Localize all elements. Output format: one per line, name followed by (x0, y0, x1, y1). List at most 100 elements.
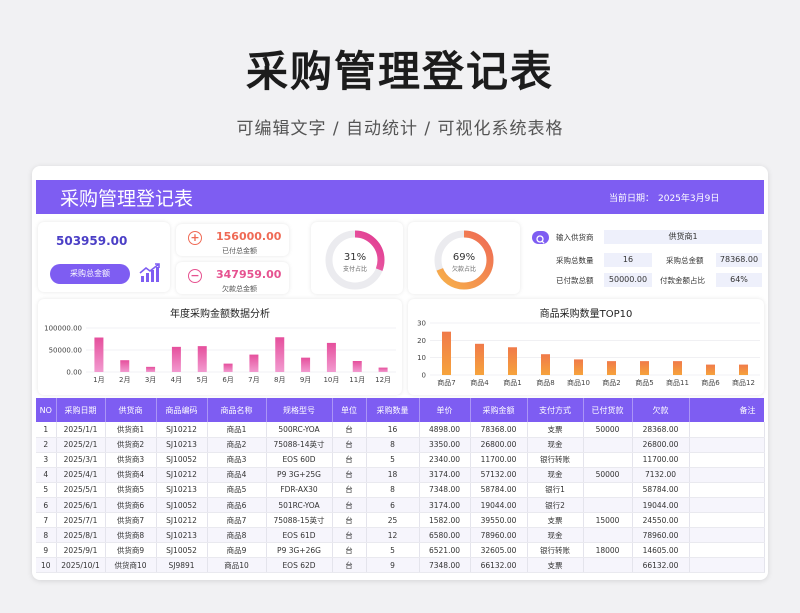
table-cell[interactable]: 2025/4/1 (56, 467, 106, 483)
table-cell[interactable] (583, 437, 633, 453)
table-cell[interactable]: P9 3G+26G (266, 542, 333, 559)
table-cell[interactable]: 商品10 (207, 557, 267, 574)
table-row[interactable]: 4 2025/4/1 供货商4 SJ10212 商品4 P9 3G+25G 台 18 3174.… (36, 467, 765, 483)
table-cell[interactable]: 2340.00 (419, 452, 471, 468)
table-cell[interactable]: 商品7 (207, 512, 267, 529)
column-header[interactable]: 欠款 (632, 398, 690, 422)
table-cell[interactable] (689, 437, 765, 453)
table-cell[interactable]: 供货商9 (105, 542, 157, 559)
table-cell[interactable]: 11700.00 (632, 452, 690, 468)
table-cell[interactable] (689, 422, 765, 438)
table-cell[interactable]: 3174.00 (419, 497, 471, 514)
bar[interactable] (326, 342, 336, 372)
table-row[interactable]: 1 2025/1/1 供货商1 SJ10212 商品1 500RC-YOA 台 16 4898.… (36, 422, 765, 438)
table-cell[interactable] (583, 527, 633, 544)
table-cell[interactable]: 5 (366, 542, 420, 559)
table-cell[interactable]: 58784.00 (632, 482, 690, 498)
table-row[interactable]: 7 2025/7/1 供货商7 SJ10212 商品7 75088-15英寸台 25 1582… (36, 512, 765, 529)
bar[interactable] (607, 361, 616, 375)
table-cell[interactable]: 7 (36, 512, 57, 529)
table-cell[interactable]: 2025/3/1 (56, 452, 106, 468)
column-header[interactable]: 采购数量 (366, 398, 420, 422)
table-cell[interactable]: 商品4 (207, 467, 267, 483)
table-cell[interactable]: 9 (36, 542, 57, 559)
table-cell[interactable]: 2025/7/1 (56, 512, 106, 529)
table-cell[interactable]: 66132.00 (632, 557, 690, 574)
bar[interactable] (541, 354, 550, 375)
bar[interactable] (249, 354, 259, 372)
table-cell[interactable]: 24550.00 (632, 512, 690, 529)
table-cell[interactable] (583, 497, 633, 514)
table-cell[interactable]: 银行1 (527, 482, 584, 498)
column-header[interactable]: 已付货款 (583, 398, 633, 422)
bar[interactable] (475, 343, 484, 375)
table-cell[interactable]: 2025/8/1 (56, 527, 106, 544)
table-cell[interactable] (689, 527, 765, 544)
table-cell[interactable]: 供货商5 (105, 482, 157, 498)
table-cell[interactable]: 现金 (527, 467, 584, 483)
bar[interactable] (640, 361, 649, 375)
table-cell[interactable]: 39550.00 (470, 512, 528, 529)
bar[interactable] (673, 361, 682, 375)
table-cell[interactable]: 台 (332, 497, 367, 514)
bar[interactable] (275, 337, 285, 372)
table-cell[interactable]: 台 (332, 482, 367, 498)
table-cell[interactable]: 501RC-YOA (266, 497, 333, 514)
table-cell[interactable]: 银行转账 (527, 452, 584, 468)
column-header[interactable]: 商品编码 (156, 398, 208, 422)
table-cell[interactable]: 6 (366, 497, 420, 514)
column-header[interactable]: 单价 (419, 398, 471, 422)
table-cell[interactable]: 3350.00 (419, 437, 471, 453)
table-cell[interactable]: SJ10212 (156, 422, 208, 438)
table-cell[interactable]: 台 (332, 452, 367, 468)
table-cell[interactable]: 5 (366, 452, 420, 468)
bar[interactable] (146, 366, 156, 372)
table-cell[interactable]: 商品2 (207, 437, 267, 453)
table-cell[interactable] (583, 452, 633, 468)
table-cell[interactable]: 支票 (527, 422, 584, 438)
bar[interactable] (94, 337, 104, 372)
table-cell[interactable]: SJ10052 (156, 542, 208, 559)
table-cell[interactable]: 2025/5/1 (56, 482, 106, 498)
table-cell[interactable]: 供货商1 (105, 422, 157, 438)
table-cell[interactable]: 台 (332, 437, 367, 453)
table-cell[interactable]: 7348.00 (419, 482, 471, 498)
table-cell[interactable]: 5 (36, 482, 57, 498)
bar[interactable] (197, 346, 207, 372)
table-cell[interactable]: 78960.00 (470, 527, 528, 544)
table-cell[interactable]: 26800.00 (632, 437, 690, 453)
table-cell[interactable]: 2025/9/1 (56, 542, 106, 559)
column-header[interactable]: 支付方式 (527, 398, 584, 422)
bar[interactable] (171, 346, 181, 372)
table-cell[interactable]: 6 (36, 497, 57, 514)
table-cell[interactable]: 66132.00 (470, 557, 528, 574)
bar[interactable] (301, 357, 311, 372)
table-cell[interactable]: 2025/2/1 (56, 437, 106, 453)
table-cell[interactable]: 支票 (527, 557, 584, 574)
bar[interactable] (508, 347, 517, 375)
table-cell[interactable]: 现金 (527, 437, 584, 453)
table-cell[interactable] (689, 497, 765, 514)
bar[interactable] (223, 363, 233, 372)
table-cell[interactable]: 8 (36, 527, 57, 544)
table-cell[interactable]: 58784.00 (470, 482, 528, 498)
table-cell[interactable]: 19044.00 (470, 497, 528, 514)
table-cell[interactable]: 14605.00 (632, 542, 690, 559)
table-cell[interactable]: 18000 (583, 542, 633, 559)
table-cell[interactable]: 57132.00 (470, 467, 528, 483)
table-cell[interactable]: 供货商6 (105, 497, 157, 514)
table-cell[interactable]: 商品5 (207, 482, 267, 498)
table-cell[interactable]: 台 (332, 512, 367, 529)
table-row[interactable]: 5 2025/5/1 供货商5 SJ10213 商品5 FDR-AX30 台 8 7348.00… (36, 482, 765, 498)
table-cell[interactable]: 500RC-YOA (266, 422, 333, 438)
table-cell[interactable]: EOS 61D (266, 527, 333, 544)
bar[interactable] (120, 360, 130, 372)
table-cell[interactable]: 6580.00 (419, 527, 471, 544)
table-cell[interactable]: 50000 (583, 467, 633, 483)
table-cell[interactable]: 50000 (583, 422, 633, 438)
table-cell[interactable]: SJ10213 (156, 482, 208, 498)
table-cell[interactable]: SJ10052 (156, 497, 208, 514)
table-cell[interactable]: 16 (366, 422, 420, 438)
table-cell[interactable]: 台 (332, 557, 367, 574)
table-cell[interactable]: 8 (366, 437, 420, 453)
